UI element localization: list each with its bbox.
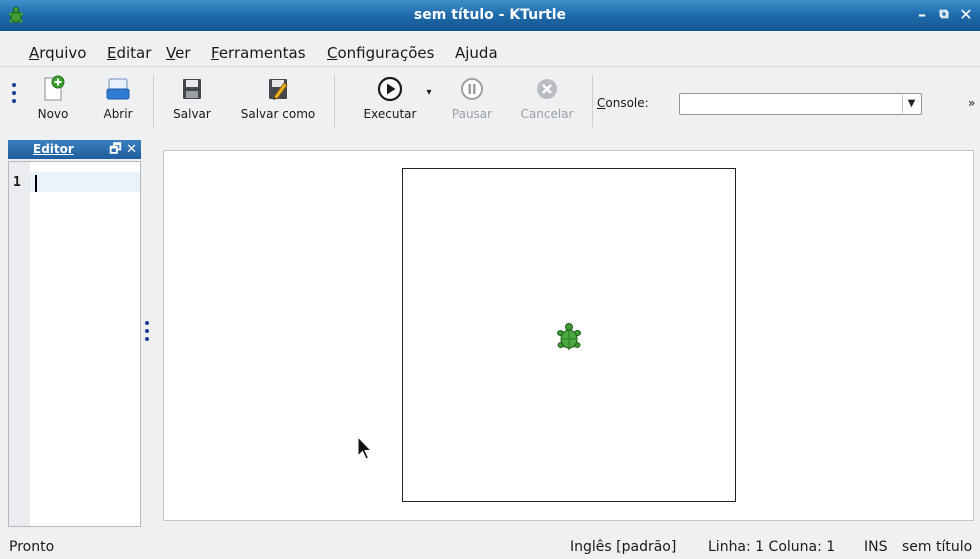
pause-icon [461,78,483,100]
cancel-icon [537,79,557,99]
play-icon [377,76,403,102]
menu-arquivo[interactable]: Arquivo [29,44,86,62]
splitter-handle[interactable] [145,321,149,345]
title-bar: sem título - KTurtle – ⧉ ✕ [0,0,980,31]
save-button[interactable]: Salvar [169,75,215,121]
new-document-icon [44,75,65,101]
status-insert-mode: INS [864,539,888,555]
minimize-icon[interactable]: – [912,5,932,25]
toolbar-grip[interactable] [12,83,16,107]
status-file-name: sem título [902,539,973,555]
window-title: sem título - KTurtle [413,7,567,23]
main-toolbar: Novo Abrir Salvar Salvar como Executar ▾… [0,66,980,138]
status-bar: Pronto Inglês [padrão] Linha: 1 Coluna: … [0,532,980,559]
turtle-icon [557,323,581,351]
close-icon[interactable]: ✕ [956,5,976,25]
line-number-gutter [9,162,30,526]
editor-dock: Editor 🗗 ✕ 1 [8,140,141,527]
menu-ajuda[interactable]: Ajuda [455,44,498,62]
pause-button[interactable]: Pausar [446,75,498,121]
open-button[interactable]: Abrir [98,75,138,121]
run-options-dropdown[interactable]: ▾ [424,87,434,98]
current-line-highlight [30,172,140,192]
toolbar-separator [592,75,593,127]
new-button[interactable]: Novo [32,75,74,121]
status-message: Pronto [9,539,55,555]
menu-ferramentas[interactable]: Ferramentas [211,44,306,62]
code-editor[interactable]: 1 [8,161,141,527]
menu-bar: Arquivo Editar Ver Ferramentas Configura… [0,31,980,66]
line-number: 1 [13,175,21,190]
close-dock-icon[interactable]: ✕ [126,142,137,157]
toolbar-separator [153,75,154,127]
float-dock-icon[interactable]: 🗗 [109,142,121,157]
save-as-button[interactable]: Salvar como [235,75,321,121]
maximize-icon[interactable]: ⧉ [934,5,954,25]
editor-dock-titlebar[interactable]: Editor 🗗 ✕ [8,140,141,159]
status-language: Inglês [padrão] [570,539,677,555]
mouse-pointer-icon [357,436,372,460]
toolbar-overflow-button[interactable]: » [968,96,975,110]
toolbar-separator [334,75,335,127]
menu-configuracoes[interactable]: Configurações [327,44,434,62]
console-label: Console: [597,96,649,110]
run-button[interactable]: Executar [358,75,422,121]
save-as-icon [269,79,288,100]
save-disk-icon [183,79,201,99]
console-input[interactable]: ▼ [679,93,922,115]
menu-ver[interactable]: Ver [166,44,191,62]
chevron-down-icon[interactable]: ▼ [902,95,920,113]
open-folder-icon [106,78,130,100]
menu-editar[interactable]: Editar [107,44,151,62]
cancel-button[interactable]: Cancelar [515,75,579,121]
text-caret [35,175,37,192]
status-cursor-position: Linha: 1 Coluna: 1 [708,539,836,555]
editor-dock-title: Editor [33,142,74,156]
